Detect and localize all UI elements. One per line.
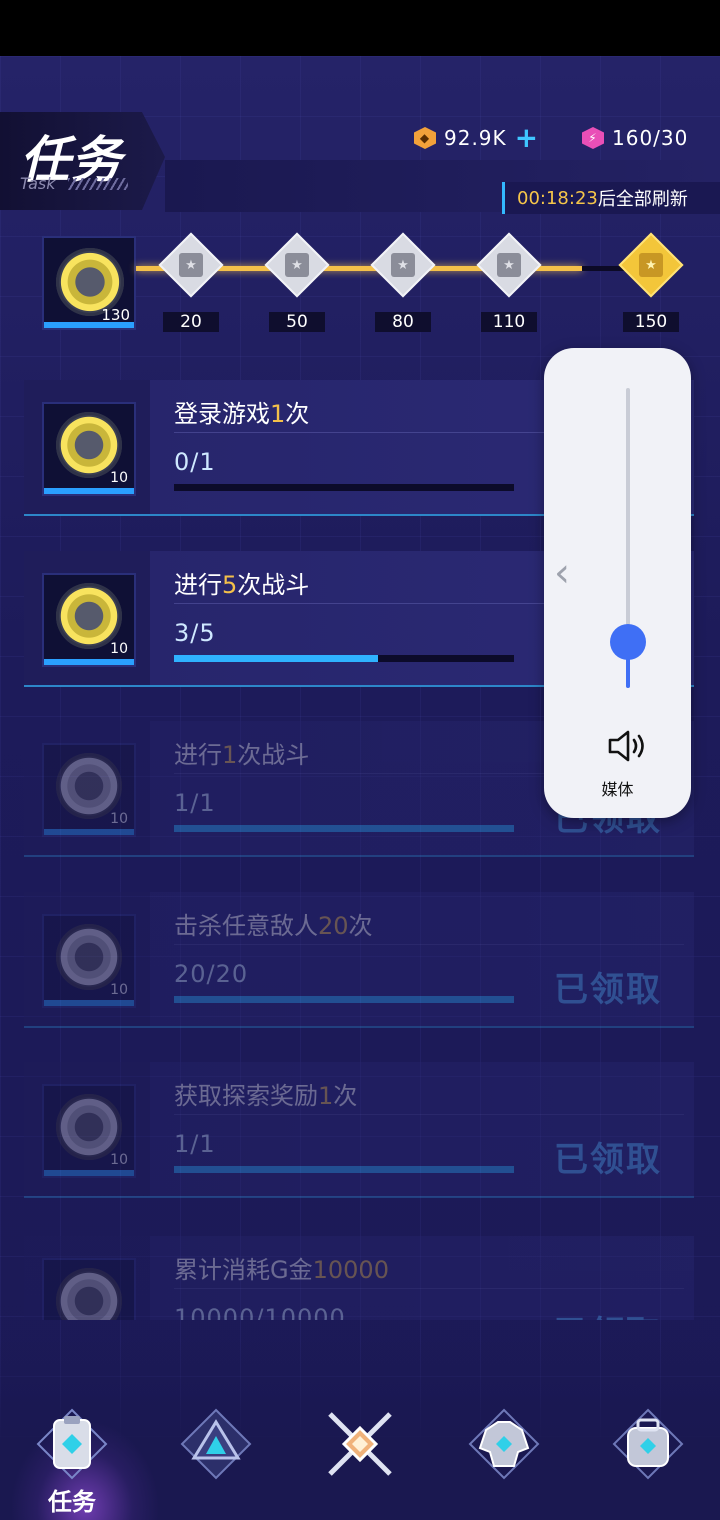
coin-amount: 92.9K	[444, 126, 507, 150]
milestone-chest[interactable]: ★	[476, 232, 542, 300]
medal-icon	[56, 924, 122, 990]
claimed-status: 已领取	[554, 1140, 662, 1180]
clipboard-icon	[36, 1408, 108, 1480]
milestone-label: 80	[375, 312, 431, 332]
refresh-timer: 00:18:23 后全部刷新	[502, 182, 720, 214]
task-reward-icon: 10	[42, 1084, 136, 1178]
task-progress: 10000/10000	[174, 1304, 346, 1320]
gift-icon: ★	[285, 253, 309, 277]
volume-slider-handle[interactable]	[610, 624, 646, 660]
task-card[interactable]: 累计消耗G金10000 10000/10000 已领取	[24, 1236, 694, 1320]
task-progress: 20/20	[174, 960, 249, 988]
task-card-partial: 累计消耗G金10000 10000/10000 已领取	[24, 1236, 694, 1320]
nav-tab-tasks[interactable]: 任务	[22, 1398, 122, 1516]
task-card[interactable]: 10 获取探索奖励1次 1/1 已领取	[24, 1062, 694, 1198]
milestone-chest[interactable]: ★	[264, 232, 330, 300]
task-progress: 1/1	[174, 1130, 216, 1158]
task-reward-icon: 10	[42, 402, 136, 496]
chevron-left-icon[interactable]: ‹	[554, 553, 570, 593]
reward-points: 10	[110, 1152, 128, 1168]
activity-points: 130	[101, 306, 130, 324]
coin-icon: ◆	[414, 127, 436, 149]
task-reward-icon: 10	[42, 573, 136, 667]
nav-tab-2[interactable]	[166, 1398, 266, 1508]
volume-stream-label: 媒体	[601, 780, 634, 799]
task-progress-bar	[174, 825, 514, 832]
gift-icon: ★	[497, 253, 521, 277]
task-progress-bar	[174, 484, 514, 491]
reward-points: 10	[110, 470, 128, 486]
system-status-bar	[0, 0, 720, 56]
milestone-label: 150	[623, 312, 679, 332]
medal-icon	[56, 1268, 122, 1320]
coin-counter: ◆ 92.9K +	[414, 124, 539, 152]
speaker-icon[interactable]	[606, 728, 650, 764]
milestone-chest[interactable]: ★	[370, 232, 436, 300]
medal-icon	[56, 1094, 122, 1160]
task-progress-bar	[174, 1166, 514, 1173]
refresh-time: 00:18:23	[517, 187, 598, 209]
gift-icon: ★	[179, 253, 203, 277]
task-title: 进行1次战斗	[174, 741, 310, 769]
crossed-swords-icon	[328, 1412, 392, 1476]
task-reward-icon	[42, 1258, 136, 1320]
add-coins-button[interactable]: +	[515, 124, 539, 152]
milestone-chest-final[interactable]: ★	[618, 232, 684, 300]
task-progress-bar	[174, 996, 514, 1003]
backpack-icon	[612, 1408, 684, 1480]
task-title: 累计消耗G金10000	[174, 1256, 389, 1284]
task-title: 击杀任意敌人20次	[174, 912, 373, 940]
gift-icon: ★	[391, 253, 415, 277]
claimed-status: 已领取	[554, 1306, 662, 1320]
activity-points-badge[interactable]: 130	[42, 236, 136, 330]
task-title: 进行5次战斗	[174, 571, 310, 599]
task-title: 获取探索奖励1次	[174, 1082, 358, 1110]
reward-points: 10	[110, 982, 128, 998]
page-subtitle: Task	[20, 174, 56, 193]
task-reward-icon: 10	[42, 914, 136, 1008]
nav-tab-label: 任务	[48, 1488, 96, 1516]
energy-counter: ⚡ 160/30	[582, 124, 688, 152]
task-reward-icon: 10	[42, 743, 136, 837]
gift-icon: ★	[639, 253, 663, 277]
triangle-icon	[180, 1408, 252, 1480]
task-card[interactable]: 10 击杀任意敌人20次 20/20 已领取	[24, 892, 694, 1028]
task-progress: 0/1	[174, 448, 216, 476]
nav-tab-5[interactable]	[598, 1398, 698, 1508]
task-progress: 3/5	[174, 619, 216, 647]
task-title: 登录游戏1次	[174, 400, 310, 428]
task-progress-bar	[174, 655, 514, 662]
title-decoration	[68, 178, 128, 190]
medal-icon	[56, 753, 122, 819]
nav-tab-4[interactable]	[454, 1398, 554, 1508]
milestone-label: 50	[269, 312, 325, 332]
milestone-chest[interactable]: ★	[158, 232, 224, 300]
volume-panel: ‹ 媒体	[544, 348, 691, 818]
medal-icon	[56, 583, 122, 649]
milestone-label: 110	[481, 312, 537, 332]
claimed-status: 已领取	[554, 970, 662, 1010]
reward-points: 10	[110, 811, 128, 827]
medal-icon	[56, 412, 122, 478]
task-progress: 1/1	[174, 789, 216, 817]
refresh-suffix: 后全部刷新	[597, 189, 688, 210]
energy-icon: ⚡	[582, 127, 604, 149]
reward-points: 10	[110, 641, 128, 657]
nav-tab-3[interactable]	[310, 1398, 410, 1508]
mech-armor-icon	[468, 1408, 540, 1480]
milestone-label: 20	[163, 312, 219, 332]
energy-amount: 160/30	[612, 126, 689, 150]
